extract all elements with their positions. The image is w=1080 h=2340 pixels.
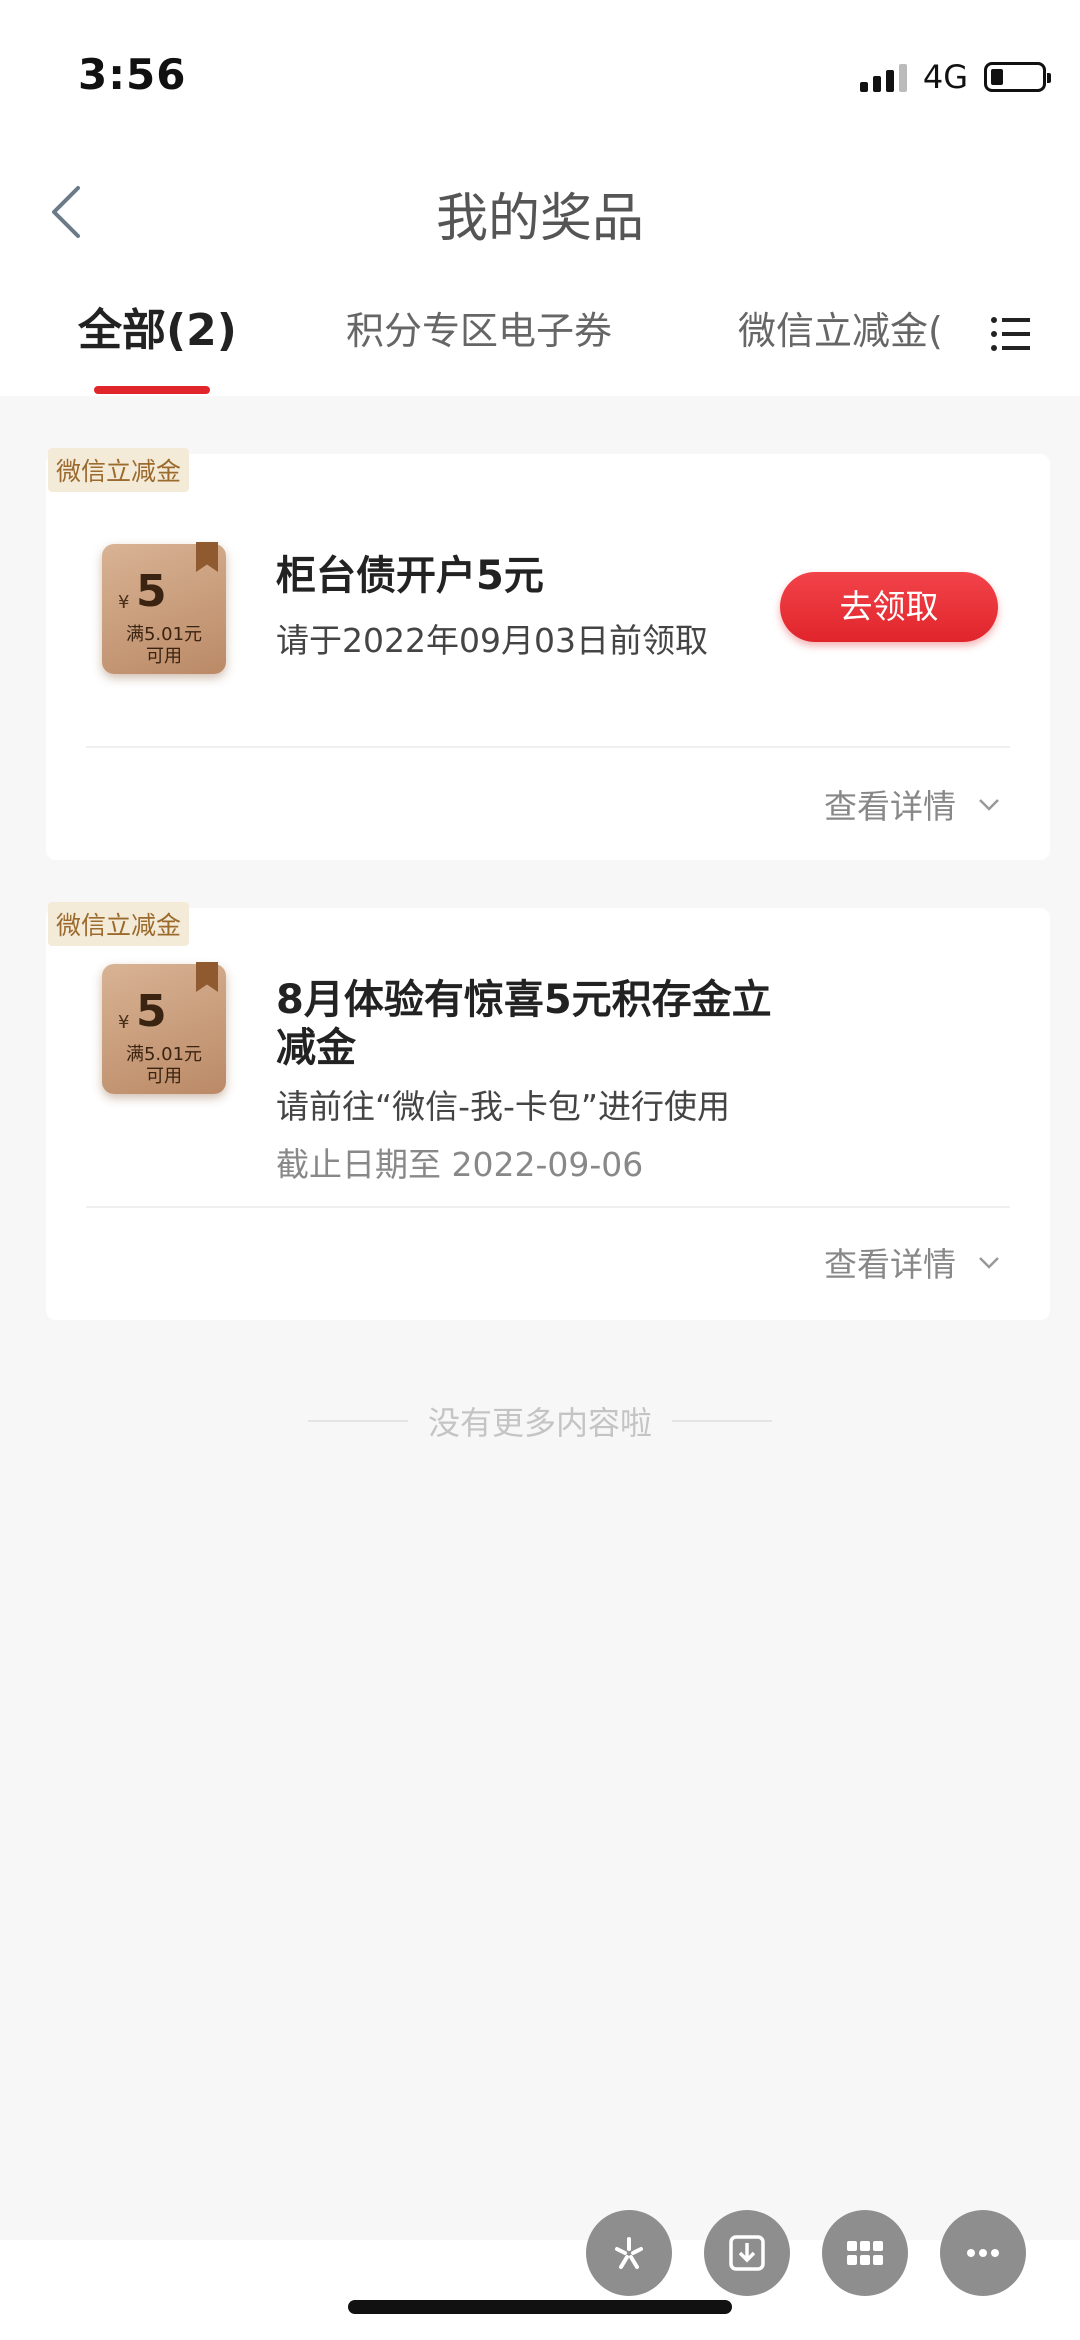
coupon-currency: ¥: [118, 1012, 130, 1033]
status-time: 3:56: [78, 50, 187, 99]
no-more-label: 没有更多内容啦: [427, 1404, 652, 1442]
card-divider: [86, 1206, 1010, 1208]
tab-wechat-clip: 微信立减金(2): [738, 300, 942, 355]
chevron-down-icon: [979, 1257, 999, 1269]
coupon-condition: 满5.01元 可用: [102, 1044, 226, 1088]
battery-icon: [984, 62, 1051, 92]
view-details-link[interactable]: 查看详情: [824, 780, 1000, 828]
coupon-condition-line1: 满5.01元: [125, 624, 203, 645]
status-icons: 4G: [859, 58, 1051, 96]
coupon-ribbon-icon: [196, 962, 218, 992]
home-indicator[interactable]: [348, 2300, 732, 2314]
download-button[interactable]: [704, 2210, 790, 2296]
prize-tag: 微信立减金: [48, 902, 190, 946]
prize-tag: 微信立减金: [48, 448, 190, 492]
coupon-amount: 5: [136, 566, 167, 617]
prize-usage: 请前往“微信-我-卡包”进行使用: [276, 1087, 731, 1126]
grid-icon: [847, 2241, 883, 2265]
download-icon: [729, 2235, 765, 2271]
more-icon: [967, 2249, 999, 2257]
prize-card: 微信立减金 ¥ 5 满5.01元 可用 柜台债开户5元 请于2022年09月03…: [46, 448, 1050, 860]
star-icon: [615, 2237, 643, 2269]
tab-points-coupons[interactable]: 积分专区电子券: [346, 300, 612, 355]
view-details-link[interactable]: 查看详情: [824, 1238, 1000, 1286]
coupon-image: ¥ 5 满5.01元 可用: [102, 962, 226, 1094]
prize-deadline: 请于2022年09月03日前领取: [276, 621, 708, 660]
divider-line: [672, 1420, 772, 1422]
coupon-condition: 满5.01元 可用: [102, 624, 226, 668]
page-title: 我的奖品: [435, 189, 644, 249]
floating-toolbar: [586, 2210, 1026, 2296]
tab-bar: 全部(2) 积分专区电子券 微信立减金(2): [0, 300, 1080, 394]
prize-expiry: 截止日期至 2022-09-06: [276, 1145, 644, 1184]
divider-line: [307, 1420, 408, 1422]
coupon-condition-line2: 可用: [146, 1066, 182, 1087]
tab-wechat-discount[interactable]: 微信立减金(2): [738, 300, 942, 355]
no-more-content: 没有更多内容啦: [0, 1398, 1080, 1444]
coupon-currency: ¥: [118, 592, 130, 613]
coupon-condition-line2: 可用: [146, 646, 182, 667]
more-button[interactable]: [940, 2210, 1026, 2296]
chevron-down-icon: [979, 799, 999, 811]
star-button[interactable]: [586, 2210, 672, 2296]
header-area: 3:56 4G 我的奖品 全部(2) 积分专区电子券 微信立减金(2): [0, 0, 1080, 396]
coupon-ribbon-icon: [196, 542, 218, 572]
coupon-condition-line1: 满5.01元: [125, 1044, 203, 1065]
view-details-label: 查看详情: [824, 787, 956, 826]
prize-card: 微信立减金 ¥ 5 满5.01元 可用 8月体验有惊喜5元积存金立减金 请前往“…: [46, 902, 1050, 1320]
card-divider: [86, 746, 1010, 748]
prize-title: 柜台债开户5元: [276, 553, 544, 599]
coupon-image: ¥ 5 满5.01元 可用: [102, 542, 226, 674]
tab-all[interactable]: 全部(2): [78, 294, 237, 358]
coupon-amount: 5: [136, 986, 167, 1037]
claim-button[interactable]: 去领取: [780, 572, 998, 642]
grid-button[interactable]: [822, 2210, 908, 2296]
list-menu-icon[interactable]: [990, 314, 1030, 354]
view-details-label: 查看详情: [824, 1245, 956, 1284]
signal-icon: [859, 62, 907, 92]
network-type: 4G: [922, 58, 968, 96]
prize-title: 8月体验有惊喜5元积存金立减金: [276, 977, 772, 1071]
tab-active-indicator: [94, 386, 210, 394]
